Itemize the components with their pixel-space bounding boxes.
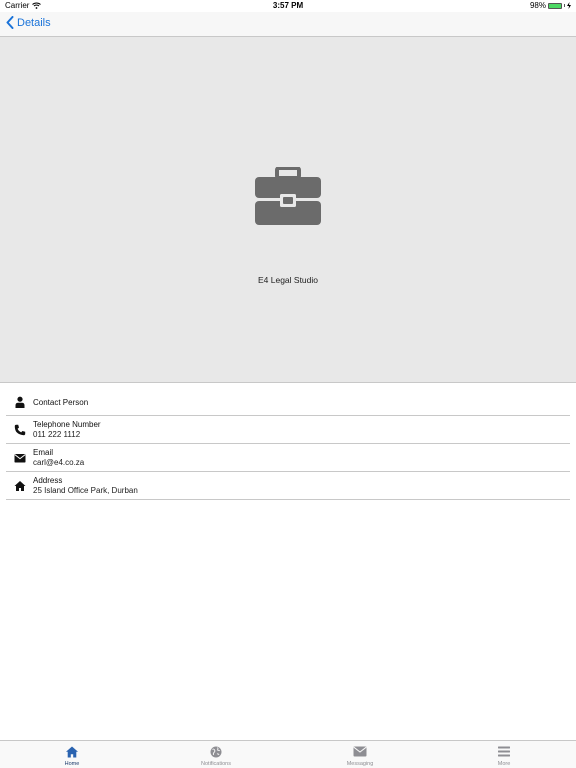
navigation-bar: Details <box>0 12 576 37</box>
back-button-label: Details <box>17 16 51 29</box>
address-value[interactable]: 25 Island Office Park, Durban <box>33 486 138 495</box>
battery-group: 98% <box>530 1 571 10</box>
telephone-value[interactable]: 011 222 1112 <box>33 430 80 439</box>
tab-messaging-label: Messaging <box>346 761 374 767</box>
tab-messaging[interactable]: Messaging <box>288 741 432 768</box>
email-value[interactable]: carl@e4.co.za <box>33 458 84 467</box>
tab-notifications-label: Notifications <box>201 761 231 767</box>
phone-icon <box>14 424 26 436</box>
battery-percent: 98% <box>529 1 546 10</box>
contact-person-label: Contact Person <box>33 398 89 407</box>
chevron-left-icon <box>6 16 14 29</box>
tab-bar: Home Notifications Messaging More <box>0 740 576 768</box>
tab-more-label: More <box>497 761 511 767</box>
charging-icon <box>567 2 571 9</box>
battery-tip <box>564 4 565 7</box>
company-header: E4 Legal Studio <box>0 37 576 383</box>
telephone-row[interactable]: Telephone Number 011 222 1112 <box>6 416 570 444</box>
menu-icon <box>498 746 510 757</box>
envelope-icon <box>14 454 26 463</box>
email-row[interactable]: Email carl@e4.co.za <box>6 444 570 472</box>
globe-icon <box>210 746 222 758</box>
battery-icon <box>548 2 562 9</box>
envelope-icon <box>353 746 367 757</box>
tab-more[interactable]: More <box>432 741 576 768</box>
home-icon <box>66 746 78 758</box>
email-label: Email <box>33 448 54 457</box>
address-row[interactable]: Address 25 Island Office Park, Durban <box>6 472 570 500</box>
back-button[interactable]: Details <box>6 16 51 29</box>
tab-home-label: Home <box>64 761 80 767</box>
battery-level <box>549 3 561 8</box>
person-icon <box>15 396 25 408</box>
contact-person-row[interactable]: Contact Person <box>6 388 570 416</box>
home-icon <box>14 481 26 491</box>
status-time: 3:57 PM <box>272 1 304 10</box>
tab-home[interactable]: Home <box>0 741 144 768</box>
status-bar: Carrier 3:57 PM 98% <box>0 0 576 12</box>
contact-list: Contact Person Telephone Number 011 222 … <box>0 388 576 500</box>
company-name: E4 Legal Studio <box>257 275 319 285</box>
tab-notifications[interactable]: Notifications <box>144 741 288 768</box>
telephone-label: Telephone Number <box>33 420 101 429</box>
briefcase-icon <box>255 167 321 225</box>
address-label: Address <box>33 476 63 485</box>
